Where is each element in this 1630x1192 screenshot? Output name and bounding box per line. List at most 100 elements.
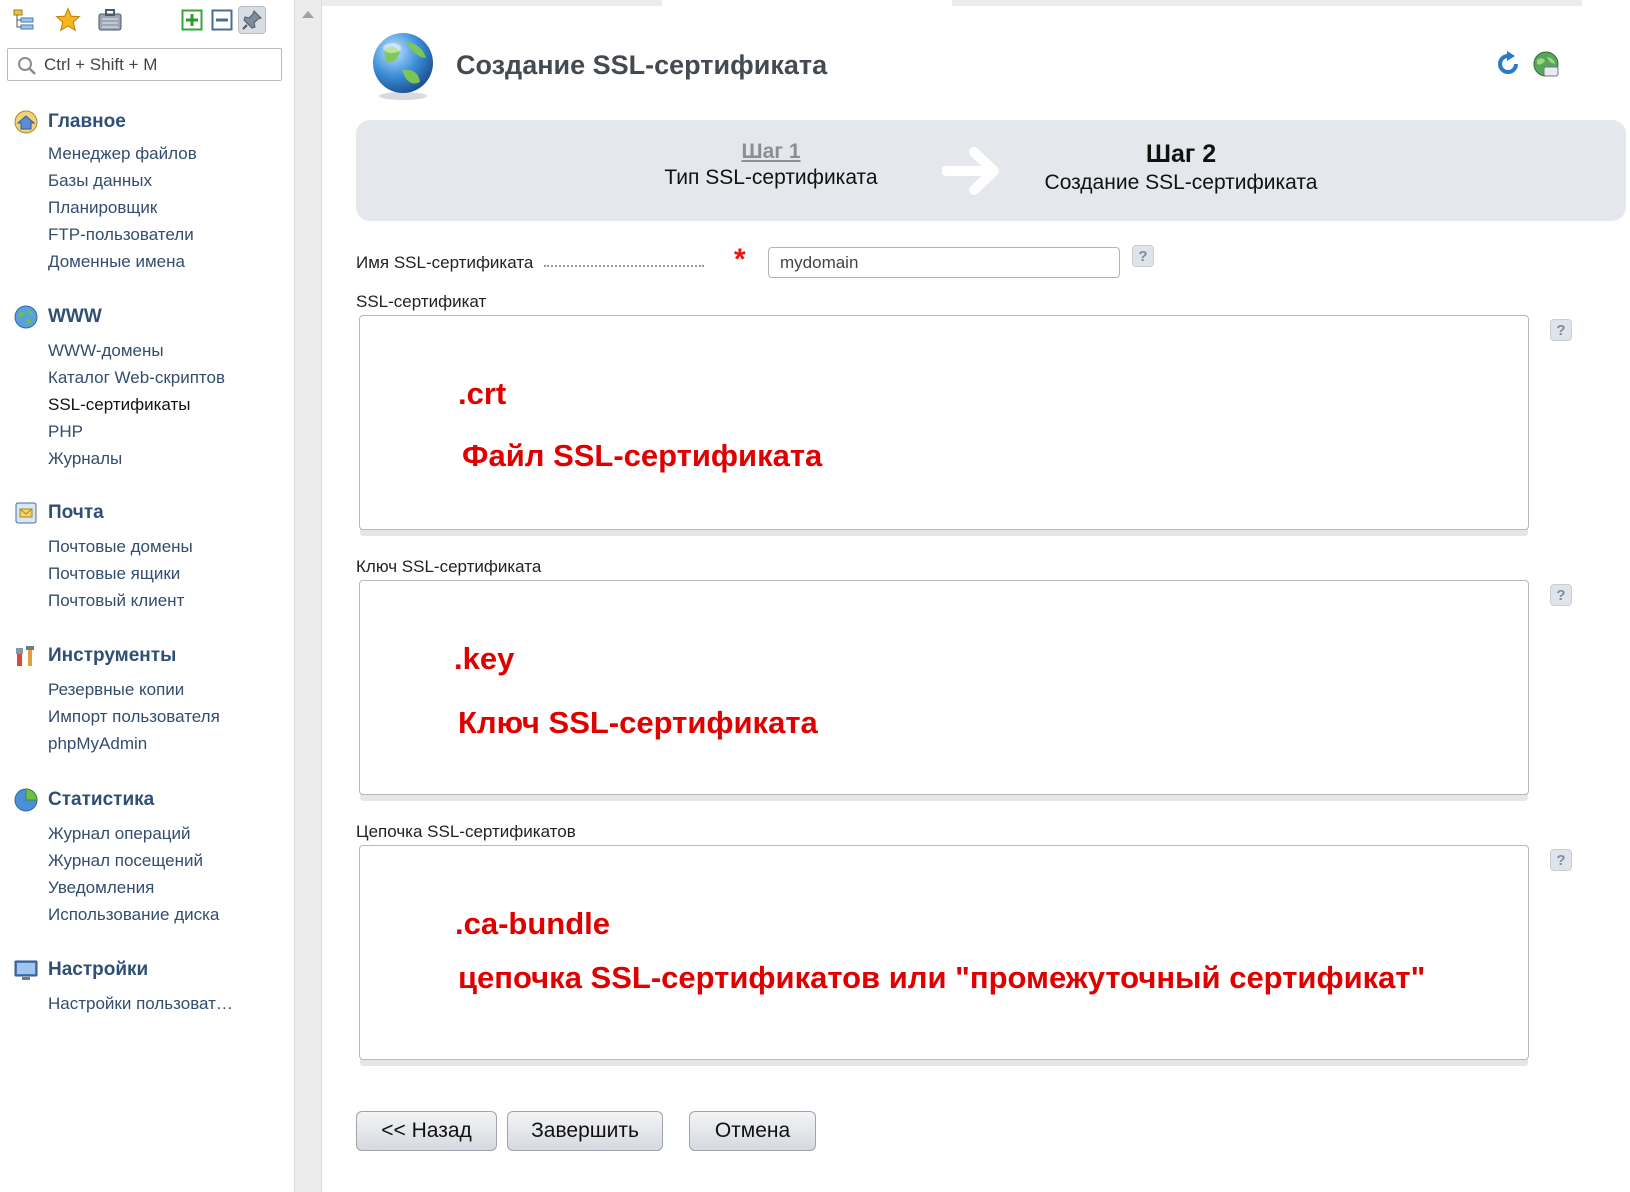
globe-help-icon [1533, 51, 1559, 77]
sidebar-item-file-manager[interactable]: Менеджер файлов [48, 140, 294, 167]
sidebar-item-php[interactable]: PHP [48, 418, 294, 445]
collapse-all-button[interactable] [208, 6, 236, 34]
menu-group-title: Настройки [48, 959, 149, 980]
help-button[interactable]: ? [1132, 245, 1154, 267]
sidebar-item-www-domains[interactable]: WWW-домены [48, 337, 294, 364]
sidebar-item-backups[interactable]: Резервные копии [48, 676, 294, 703]
sidebar-item-mail-domains[interactable]: Почтовые домены [48, 533, 294, 560]
menu-search[interactable] [7, 48, 282, 81]
menu-group-header[interactable]: Почта [0, 499, 294, 527]
tab-strip-segment [322, 0, 662, 6]
sidebar-item-visits-log[interactable]: Журнал посещений [48, 847, 294, 874]
sidebar-item-mailboxes[interactable]: Почтовые ящики [48, 560, 294, 587]
tree-view-button[interactable] [10, 6, 38, 34]
sidebar-item-domain-names[interactable]: Доменные имена [48, 248, 294, 275]
back-button[interactable]: << Назад [356, 1111, 497, 1151]
sidebar-item-user-import[interactable]: Импорт пользователя [48, 703, 294, 730]
step-number[interactable]: Шаг 1 [626, 140, 916, 164]
menu-group-settings: Настройки Настройки пользоват… [0, 956, 294, 1017]
menu-group-header[interactable]: Инструменты [0, 642, 294, 670]
sidebar-item-phpmyadmin[interactable]: phpMyAdmin [48, 730, 294, 757]
step-number: Шаг 2 [1145, 140, 1217, 168]
certificate-chain-label: Цепочка SSL-сертификатов [356, 822, 576, 841]
key-ext-hint: .key [454, 641, 515, 676]
sidebar-item-operations-log[interactable]: Журнал операций [48, 820, 294, 847]
wizard-step-1[interactable]: Шаг 1 Тип SSL-сертификата [626, 140, 916, 190]
monitor-settings-icon [14, 960, 38, 980]
required-asterisk: * [734, 243, 746, 276]
menu-group-main: Главное Менеджер файлов Базы данных План… [0, 108, 294, 275]
certificate-chain-textarea[interactable]: .ca-bundle цепочка SSL-сертификатов или … [359, 845, 1529, 1060]
menu-group-header[interactable]: WWW [0, 303, 294, 331]
tree-view-icon [13, 9, 34, 30]
sidebar-item-disk-usage[interactable]: Использование диска [48, 901, 294, 928]
sidebar-item-ssl-certificates[interactable]: SSL-сертификаты [48, 391, 294, 418]
pie-chart-icon [14, 788, 38, 812]
sidebar-item-scheduler[interactable]: Планировщик [48, 194, 294, 221]
sidebar-item-notifications[interactable]: Уведомления [48, 874, 294, 901]
help-button[interactable]: ? [1550, 849, 1572, 871]
menu-group-title: WWW [48, 306, 102, 327]
chain-desc-hint: цепочка SSL-сертификатов или "промежуточ… [458, 960, 1426, 995]
help-globe-button[interactable] [1530, 48, 1562, 80]
menu-group-header[interactable]: Статистика [0, 786, 294, 814]
menu-group-header[interactable]: Настройки [0, 956, 294, 984]
globe-icon [373, 33, 433, 100]
help-button[interactable]: ? [1550, 319, 1572, 341]
key-desc-hint: Ключ SSL-сертификата [458, 705, 818, 740]
clipboard-button[interactable] [96, 6, 124, 34]
page-header: Создание SSL-сертификата [322, 20, 1630, 110]
certificate-key-label: Ключ SSL-сертификата [356, 557, 542, 576]
menu-group-www: WWW WWW-домены Каталог Web-скриптов SSL-… [0, 303, 294, 472]
sidebar-item-ftp-users[interactable]: FTP-пользователи [48, 221, 294, 248]
favorites-button[interactable] [54, 6, 82, 34]
certificate-name-input[interactable] [768, 247, 1120, 278]
step-name: Тип SSL-сертификата [664, 166, 878, 189]
minus-square-icon [211, 9, 233, 31]
help-button[interactable]: ? [1550, 584, 1572, 606]
cancel-button[interactable]: Отмена [689, 1111, 816, 1151]
refresh-button[interactable] [1492, 48, 1524, 80]
certificate-ext-hint: .crt [458, 376, 507, 411]
arrow-right-icon [942, 147, 999, 195]
search-icon [18, 57, 36, 75]
sidebar-splitter[interactable] [294, 0, 322, 1192]
menu-group-title: Почта [48, 502, 104, 523]
menu-search-input[interactable] [44, 53, 274, 77]
page-title: Создание SSL-сертификата [456, 50, 828, 80]
sidebar-item-mail-client[interactable]: Почтовый клиент [48, 587, 294, 614]
pin-icon [242, 10, 262, 30]
wizard-steps: Шаг 1 Тип SSL-сертификата Шаг 2 Создание… [356, 120, 1626, 221]
scroll-up-arrow-icon[interactable] [302, 11, 314, 18]
home-icon [14, 110, 38, 134]
tools-icon [16, 646, 34, 666]
certificate-label: SSL-сертификат [356, 292, 487, 311]
menu-group-header[interactable]: Главное [0, 108, 294, 136]
plus-square-icon [181, 9, 203, 31]
mail-icon [15, 502, 37, 524]
finish-button[interactable]: Завершить [507, 1111, 663, 1151]
refresh-icon [1498, 51, 1518, 74]
menu-group-statistics: Статистика Журнал операций Журнал посеще… [0, 786, 294, 928]
certificate-name-row: Имя SSL-сертификата * ? [356, 243, 1156, 279]
top-tab-strip [322, 0, 1630, 6]
menu-group-title: Статистика [48, 789, 155, 810]
expand-all-button[interactable] [178, 6, 206, 34]
star-icon [55, 7, 81, 32]
menu-group-mail: Почта Почтовые домены Почтовые ящики Поч… [0, 499, 294, 614]
chain-ext-hint: .ca-bundle [455, 906, 611, 941]
briefcase-icon [98, 9, 122, 31]
pin-sidebar-button[interactable] [238, 6, 266, 34]
sidebar-item-user-settings[interactable]: Настройки пользоват… [48, 990, 294, 1017]
sidebar-item-logs[interactable]: Журналы [48, 445, 294, 472]
certificate-desc-hint: Файл SSL-сертификата [462, 438, 823, 473]
certificate-name-label: Имя SSL-сертификата [356, 253, 534, 272]
menu-group-title: Инструменты [48, 645, 177, 666]
tab-strip-segment [952, 0, 1582, 6]
sidebar-item-databases[interactable]: Базы данных [48, 167, 294, 194]
sidebar-item-web-scripts[interactable]: Каталог Web-скриптов [48, 364, 294, 391]
certificate-textarea[interactable]: .crt Файл SSL-сертификата [359, 315, 1529, 530]
sidebar: Главное Менеджер файлов Базы данных План… [0, 0, 294, 1192]
certificate-key-textarea[interactable]: .key Ключ SSL-сертификата [359, 580, 1529, 795]
www-globe-icon [14, 305, 38, 329]
